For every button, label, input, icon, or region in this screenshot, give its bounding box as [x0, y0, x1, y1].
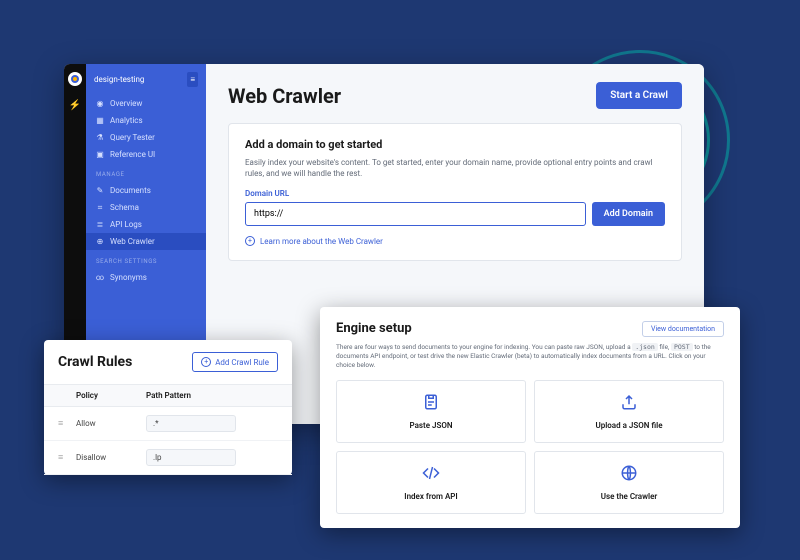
tile-label: Upload a JSON file	[595, 421, 662, 430]
col-policy-header: Policy	[76, 391, 146, 400]
tile-label: Paste JSON	[410, 421, 453, 430]
table-row: ≡Disallow.lp	[44, 441, 292, 475]
domain-url-label: Domain URL	[245, 189, 665, 198]
app-logo[interactable]	[68, 72, 82, 86]
nav-item-label: Web Crawler	[110, 237, 155, 246]
policy-cell: Disallow	[76, 453, 146, 462]
project-name: design-testing	[94, 75, 144, 84]
sidebar-item-query-tester[interactable]: ⚗ Query Tester	[86, 129, 206, 146]
drag-handle-icon[interactable]: ≡	[58, 418, 76, 429]
sidebar-item-api-logs[interactable]: ≣ API Logs	[86, 216, 206, 233]
page-title: Web Crawler	[228, 84, 341, 108]
link-icon: ∞	[96, 274, 104, 282]
sidebar-item-schema[interactable]: ⌗ Schema	[86, 199, 206, 216]
nav-item-label: Reference UI	[110, 150, 155, 159]
domain-url-input[interactable]	[245, 202, 586, 226]
paste-icon	[422, 393, 440, 415]
policy-cell: Allow	[76, 419, 146, 428]
nav-item-label: Documents	[110, 186, 151, 195]
tile-label: Use the Crawler	[601, 492, 658, 501]
learn-more-link[interactable]: + Learn more about the Web Crawler	[245, 236, 665, 246]
code-icon	[422, 464, 440, 486]
learn-more-label: Learn more about the Web Crawler	[260, 237, 383, 246]
sidebar-item-documents[interactable]: ✎ Documents	[86, 182, 206, 199]
sidebar-item-synonyms[interactable]: ∞ Synonyms	[86, 269, 206, 286]
nav-item-label: API Logs	[110, 220, 142, 229]
engine-tile-paste-json[interactable]: Paste JSON	[336, 380, 526, 443]
layout-icon: ▣	[96, 151, 104, 159]
globe-icon: ⊕	[96, 238, 104, 246]
hamburger-icon[interactable]: ≡	[187, 72, 198, 87]
add-crawl-rule-button[interactable]: + Add Crawl Rule	[192, 352, 278, 372]
nav-item-label: Schema	[110, 203, 139, 212]
sidebar-item-web-crawler[interactable]: ⊕ Web Crawler	[86, 233, 206, 250]
plus-circle-icon: +	[245, 236, 255, 246]
engine-description: There are four ways to send documents to…	[336, 343, 724, 370]
page-header: Web Crawler Start a Crawl	[228, 82, 682, 109]
sidebar-header: design-testing ≡	[86, 72, 206, 95]
sidebar-item-overview[interactable]: ◉ Overview	[86, 95, 206, 112]
plus-circle-icon: +	[201, 357, 211, 367]
nav-item-label: Query Tester	[110, 133, 155, 142]
drag-handle-icon[interactable]: ≡	[58, 452, 76, 463]
add-rule-label: Add Crawl Rule	[215, 358, 269, 367]
nav-item-label: Synonyms	[110, 273, 147, 282]
bars-icon: ▦	[96, 117, 104, 125]
add-domain-button[interactable]: Add Domain	[592, 202, 665, 226]
sidebar-item-reference-ui[interactable]: ▣ Reference UI	[86, 146, 206, 163]
card-description: Easily index your website's content. To …	[245, 157, 665, 179]
flask-icon: ⚗	[96, 134, 104, 142]
nav-item-label: Overview	[110, 99, 142, 108]
crawl-rules-panel: Crawl Rules + Add Crawl Rule Policy Path…	[44, 340, 292, 475]
globe-icon	[620, 464, 638, 486]
tile-label: Index from API	[404, 492, 457, 501]
engine-tile-upload-a-json-file[interactable]: Upload a JSON file	[534, 380, 724, 443]
schema-icon: ⌗	[96, 204, 104, 212]
nav-section-label: MANAGE	[86, 163, 206, 182]
sidebar-item-analytics[interactable]: ▦ Analytics	[86, 112, 206, 129]
engine-tile-index-from-api[interactable]: Index from API	[336, 451, 526, 514]
col-pattern-header: Path Pattern	[146, 391, 278, 400]
rules-heading: Crawl Rules	[58, 354, 132, 370]
engine-setup-panel: Engine setup View documentation There ar…	[320, 307, 740, 528]
view-documentation-button[interactable]: View documentation	[642, 321, 724, 337]
doc-icon: ✎	[96, 187, 104, 195]
rules-table: Policy Path Pattern ≡Allow.*≡Disallow.lp	[44, 384, 292, 475]
table-row: ≡Allow.*	[44, 407, 292, 441]
pattern-cell[interactable]: .lp	[146, 449, 236, 466]
engine-heading: Engine setup	[336, 321, 412, 336]
pattern-cell[interactable]: .*	[146, 415, 236, 432]
start-crawl-button[interactable]: Start a Crawl	[596, 82, 682, 109]
eye-icon: ◉	[96, 100, 104, 108]
nav-item-label: Analytics	[110, 116, 143, 125]
upload-icon	[620, 393, 638, 415]
engine-tile-use-the-crawler[interactable]: Use the Crawler	[534, 451, 724, 514]
card-heading: Add a domain to get started	[245, 138, 665, 151]
nav-section-label: SEARCH SETTINGS	[86, 250, 206, 269]
bolt-icon[interactable]: ⚡	[69, 100, 81, 111]
add-domain-card: Add a domain to get started Easily index…	[228, 123, 682, 261]
logs-icon: ≣	[96, 221, 104, 229]
